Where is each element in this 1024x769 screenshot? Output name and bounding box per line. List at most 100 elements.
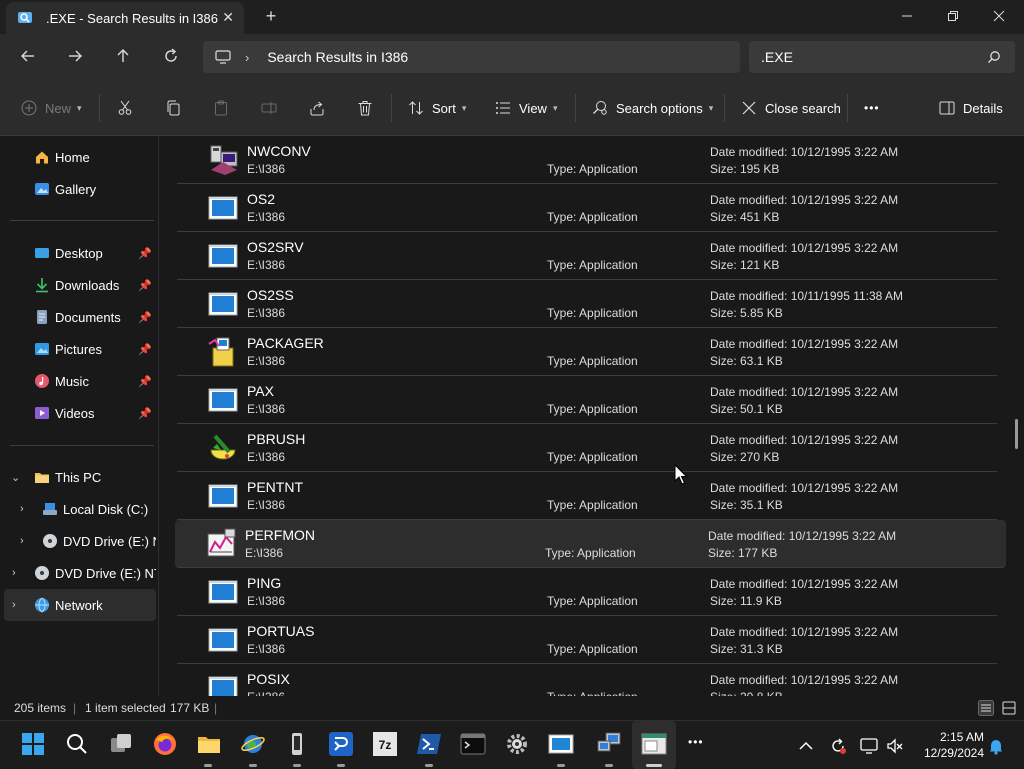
perfmon-app-icon[interactable] (641, 731, 667, 757)
file-row-posix[interactable]: POSIXE:\I386Type: ApplicationDate modifi… (177, 664, 997, 696)
close-window-button[interactable] (976, 0, 1022, 32)
sidebar-item-desktop[interactable]: Desktop 📌 (0, 237, 156, 269)
up-icon[interactable] (113, 46, 133, 66)
scrollbar-thumb[interactable] (1015, 419, 1018, 449)
minimize-button[interactable] (884, 0, 930, 32)
command-prompt-icon[interactable] (460, 731, 486, 757)
sidebar-item-network[interactable]: › Network (4, 589, 156, 621)
pin-icon[interactable]: 📌 (138, 279, 152, 292)
search-icon[interactable] (64, 731, 90, 757)
sort-button[interactable]: Sort ▾ (408, 98, 466, 118)
tiles-view-icon[interactable] (1001, 700, 1017, 716)
pin-icon[interactable]: 📌 (138, 343, 152, 356)
network-computers-icon[interactable] (596, 731, 622, 757)
taskbar-overflow-button[interactable]: ••• (688, 735, 704, 749)
pin-icon[interactable]: 📌 (138, 407, 152, 420)
file-row-ping[interactable]: PING E:\I386 Type: Application Date modifie… (177, 568, 997, 616)
app-window-icon[interactable] (548, 731, 574, 757)
cut-button[interactable] (117, 98, 133, 118)
delete-button[interactable] (357, 98, 373, 118)
file-row-pax[interactable]: PAX E:\I386 Type: Application Date modified… (177, 376, 997, 424)
sidebar-item-this-pc[interactable]: ⌄ This PC (0, 461, 156, 493)
chevron-right-icon[interactable]: › (12, 599, 16, 611)
details-button[interactable]: Details (939, 98, 1003, 118)
chevron-up-icon[interactable] (797, 737, 815, 755)
active-tab[interactable]: .EXE - Search Results in I386 ✕ (6, 2, 244, 34)
monitor-network-icon[interactable] (860, 737, 878, 755)
sidebar-item-documents[interactable]: Documents 📌 (0, 301, 156, 333)
chevron-right-icon[interactable]: › (12, 567, 16, 579)
sidebar-item-pictures[interactable]: Pictures 📌 (0, 333, 156, 365)
share-button[interactable] (309, 98, 325, 118)
chevron-down-icon[interactable]: ⌄ (11, 471, 20, 484)
powershell-icon[interactable] (416, 731, 442, 757)
pin-icon[interactable]: 📌 (138, 247, 152, 260)
address-bar[interactable]: › Search Results in I386 (203, 41, 740, 73)
search-input[interactable]: .EXE (749, 41, 1015, 73)
file-row-packager[interactable]: PACKAGER E:\I386 Type: Application Date mod… (177, 328, 997, 376)
sidebar-item-videos[interactable]: Videos 📌 (0, 397, 156, 429)
maximize-button[interactable] (930, 0, 976, 32)
forward-icon[interactable] (65, 46, 85, 66)
sidebar-item-dvd-drive-root[interactable]: › DVD Drive (E:) NTWKS_SRV_1 (0, 557, 156, 589)
details-view-icon[interactable] (978, 700, 994, 716)
file-name: OS2 (247, 191, 276, 207)
settings-gear-icon[interactable] (504, 731, 530, 757)
firefox-icon[interactable] (152, 731, 178, 757)
pin-icon[interactable]: 📌 (138, 311, 152, 324)
breadcrumb-path[interactable]: Search Results in I386 (267, 49, 408, 65)
chevron-right-icon[interactable]: › (20, 535, 24, 547)
sidebar-item-downloads[interactable]: Downloads 📌 (0, 269, 156, 301)
sidebar-item-gallery[interactable]: Gallery (0, 173, 156, 205)
search-icon[interactable] (987, 50, 1001, 64)
view-label: View (519, 100, 547, 116)
system-clock[interactable]: 2:15 AM 12/29/2024 (918, 729, 984, 761)
chevron-down-icon: ▾ (77, 102, 82, 113)
terminal-app-icon[interactable] (328, 731, 354, 757)
notification-bell-icon[interactable] (987, 737, 1005, 755)
file-row-os2ss[interactable]: OS2SS E:\I386 Type: Application Date modifi… (177, 280, 997, 328)
file-explorer-icon[interactable] (196, 731, 222, 757)
pin-icon[interactable]: 📌 (138, 375, 152, 388)
refresh-icon[interactable] (161, 46, 181, 66)
rename-button[interactable] (261, 98, 277, 118)
sidebar-item-dvd-drive[interactable]: › DVD Drive (E:) NTWKS_SRV_1 (0, 525, 156, 557)
start-icon[interactable] (20, 731, 46, 757)
file-path: E:\I386 (247, 306, 286, 320)
sidebar-item-home[interactable]: Home (0, 141, 156, 173)
back-icon[interactable] (18, 46, 38, 66)
file-row-os2srv[interactable]: OS2SRV E:\I386 Type: Application Date modif… (177, 232, 997, 280)
breadcrumb-separator[interactable]: › (245, 50, 249, 65)
file-type: Type: Application (547, 306, 638, 320)
plus-circle-icon (21, 100, 37, 116)
search-query[interactable]: .EXE (761, 49, 793, 65)
new-tab-icon[interactable]: + (262, 6, 280, 27)
scissors-icon (118, 100, 132, 115)
search-options-button[interactable]: Search options ▾ (592, 98, 713, 118)
file-row-perfmon[interactable]: PERFMON E:\I386 Type: Application Date modi… (175, 520, 1006, 568)
copy-button[interactable] (165, 98, 181, 118)
phone-link-icon[interactable] (284, 731, 310, 757)
file-date-modified: Date modified: 10/12/1995 3:22 AM (710, 625, 899, 639)
file-row-pentnt[interactable]: PENTNT E:\I386 Type: Application Date modif… (177, 472, 997, 520)
browser-globe-icon[interactable] (240, 731, 266, 757)
file-row-portuas[interactable]: PORTUAS E:\I386 Type: Application Date modi… (177, 616, 997, 664)
file-row-pbrush[interactable]: PBRUSH E:\I386 Type: Application Date modif… (177, 424, 997, 472)
chevron-right-icon[interactable]: › (20, 503, 24, 515)
paste-button[interactable] (213, 98, 229, 118)
sync-icon[interactable] (829, 737, 847, 755)
7zip-icon[interactable]: 7z (372, 731, 398, 757)
tab-close-icon[interactable]: ✕ (222, 9, 234, 26)
file-date-modified: Date modified: 10/11/1995 11:38 AM (710, 289, 904, 303)
task-view-icon[interactable] (108, 731, 134, 757)
new-button[interactable]: New ▾ (21, 98, 82, 118)
sidebar-item-local-disk[interactable]: › Local Disk (C:) (0, 493, 156, 525)
file-row-os2[interactable]: OS2 E:\I386 Type: Application Date modified… (177, 184, 997, 232)
view-button[interactable]: View ▾ (495, 98, 557, 118)
volume-muted-icon[interactable] (886, 737, 904, 755)
file-row-nwconv[interactable]: NWCONV E:\I386 Type: Application Date modif… (177, 136, 997, 184)
more-options-button[interactable]: ••• (864, 98, 880, 118)
sidebar-item-music[interactable]: Music 📌 (0, 365, 156, 397)
file-path: E:\I386 (247, 402, 286, 416)
close-search-button[interactable]: Close search (741, 98, 841, 118)
